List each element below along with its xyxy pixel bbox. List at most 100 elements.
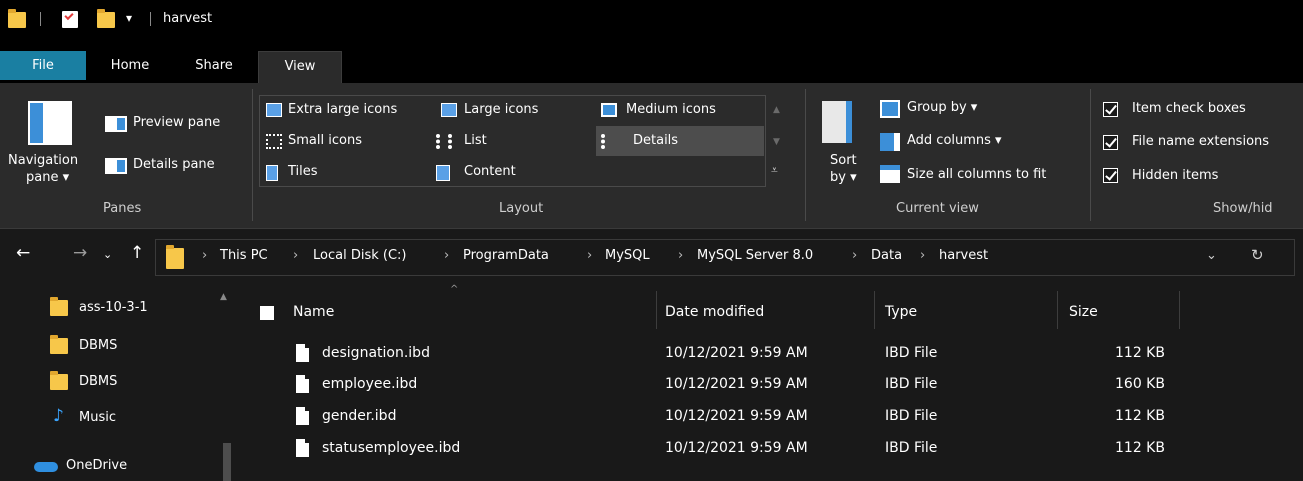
column-divider[interactable] [656, 291, 657, 329]
column-header-type[interactable]: Type [885, 304, 917, 320]
navigation-pane-label[interactable]: Navigation [8, 153, 78, 168]
breadcrumb-separator-icon[interactable]: › [920, 248, 925, 263]
nav-item-music[interactable]: Music [79, 410, 116, 425]
file-type: IBD File [885, 345, 938, 361]
breadcrumb-this-pc[interactable]: This PC [220, 248, 268, 263]
file-icon [296, 375, 309, 393]
forward-arrow-icon[interactable]: → [73, 243, 87, 263]
breadcrumb-data[interactable]: Data [871, 248, 902, 263]
sort-by-icon[interactable] [822, 101, 852, 143]
file-name-extensions-label[interactable]: File name extensions [1132, 134, 1269, 149]
breadcrumb-separator-icon[interactable]: › [678, 248, 683, 263]
group-by-button[interactable]: Group by ▾ [907, 100, 977, 115]
hidden-items-label[interactable]: Hidden items [1132, 168, 1218, 183]
file-icon [296, 407, 309, 425]
breadcrumb-programdata[interactable]: ProgramData [463, 248, 549, 263]
new-folder-icon[interactable] [97, 9, 115, 28]
breadcrumb-mysql[interactable]: MySQL [605, 248, 650, 263]
address-history-chevron-icon[interactable]: ⌄ [1206, 248, 1217, 263]
extra-large-icons-option[interactable]: Extra large icons [288, 102, 397, 117]
nav-item-ass-10-3-1[interactable]: ass-10-3-1 [79, 300, 148, 315]
details-pane-button[interactable]: Details pane [133, 157, 215, 172]
onedrive-icon [34, 462, 58, 472]
column-divider[interactable] [1057, 291, 1058, 329]
recent-locations-chevron-icon[interactable]: ⌄ [103, 248, 112, 261]
size-all-columns-button[interactable]: Size all columns to fit [907, 167, 1046, 182]
add-columns-button[interactable]: Add columns ▾ [907, 133, 1002, 148]
file-date: 10/12/2021 9:59 AM [665, 345, 808, 361]
list-option[interactable]: List [464, 133, 487, 148]
file-name-extensions-checkbox[interactable] [1103, 135, 1118, 150]
breadcrumb-harvest[interactable]: harvest [939, 248, 988, 263]
breadcrumb-separator-icon[interactable]: › [444, 248, 449, 263]
large-icons-option[interactable]: Large icons [464, 102, 538, 117]
breadcrumb-local-disk[interactable]: Local Disk (C:) [313, 248, 406, 263]
select-all-checkbox[interactable] [260, 306, 274, 320]
nav-item-dbms[interactable]: DBMS [79, 338, 117, 353]
details-pane-icon [105, 158, 127, 174]
tab-home[interactable]: Home [100, 51, 160, 83]
customize-quick-access-icon[interactable]: ▾ [126, 11, 132, 25]
list-icon [436, 134, 452, 149]
scroll-up-icon[interactable]: ▲ [220, 292, 227, 302]
file-date: 10/12/2021 9:59 AM [665, 376, 808, 392]
gallery-scroll-down-icon[interactable]: ▼ [773, 137, 780, 147]
column-divider[interactable] [1179, 291, 1180, 329]
file-name[interactable]: employee.ibd [322, 376, 417, 392]
sort-by-dropdown[interactable]: by ▾ [830, 170, 857, 185]
divider [805, 89, 806, 221]
divider [150, 12, 151, 26]
column-header-date-modified[interactable]: Date modified [665, 304, 764, 320]
tab-share[interactable]: Share [184, 51, 244, 83]
title-bar: ▾ harvest [0, 0, 1303, 37]
refresh-icon[interactable]: ↻ [1251, 246, 1264, 264]
breadcrumb-separator-icon[interactable]: › [587, 248, 592, 263]
navigation-pane-dropdown[interactable]: pane ▾ [26, 170, 69, 185]
preview-pane-button[interactable]: Preview pane [133, 115, 220, 130]
gallery-scroll-up-icon[interactable]: ▲ [773, 105, 780, 115]
navigation-pane: ass-10-3-1 DBMS DBMS ♪ Music OneDrive ▲ [0, 286, 240, 481]
column-divider[interactable] [874, 291, 875, 329]
column-header-name[interactable]: Name [293, 304, 334, 320]
nav-item-dbms-2[interactable]: DBMS [79, 374, 117, 389]
properties-icon[interactable] [62, 10, 78, 28]
tab-view[interactable]: View [258, 51, 342, 83]
back-arrow-icon[interactable]: ← [16, 243, 30, 263]
file-name[interactable]: statusemployee.ibd [322, 440, 460, 456]
file-name[interactable]: gender.ibd [322, 408, 396, 424]
large-icons-icon [441, 103, 457, 117]
details-option[interactable]: Details [633, 133, 678, 148]
medium-icons-option[interactable]: Medium icons [626, 102, 716, 117]
panes-group-label: Panes [103, 201, 142, 216]
breadcrumb-mysql-server[interactable]: MySQL Server 8.0 [697, 248, 813, 263]
folder-icon [50, 297, 68, 316]
tiles-icon [266, 165, 278, 181]
content-option[interactable]: Content [464, 164, 516, 179]
breadcrumb-separator-icon[interactable]: › [293, 248, 298, 263]
nav-scrollbar-thumb[interactable] [223, 443, 231, 481]
file-name[interactable]: designation.ibd [322, 345, 430, 361]
hidden-items-checkbox[interactable] [1103, 168, 1118, 183]
small-icons-icon [266, 134, 282, 149]
up-arrow-icon[interactable]: ↑ [130, 243, 144, 263]
breadcrumb-separator-icon[interactable]: › [852, 248, 857, 263]
file-icon [296, 344, 309, 362]
item-check-boxes-checkbox[interactable] [1103, 102, 1118, 117]
column-header-size[interactable]: Size [1069, 304, 1098, 320]
ribbon: Navigation pane ▾ Preview pane Details p… [0, 83, 1303, 229]
medium-icons-icon [601, 103, 617, 117]
folder-icon[interactable] [8, 9, 26, 28]
group-by-icon [880, 100, 900, 118]
item-check-boxes-label[interactable]: Item check boxes [1132, 101, 1246, 116]
gallery-more-icon[interactable]: ⩡ [771, 163, 778, 178]
navigation-pane-icon[interactable] [28, 101, 72, 145]
tiles-option[interactable]: Tiles [288, 164, 318, 179]
sort-by-label[interactable]: Sort [830, 153, 857, 168]
small-icons-option[interactable]: Small icons [288, 133, 362, 148]
ribbon-tabs: File Home Share View [0, 37, 1303, 83]
size-columns-icon [880, 165, 900, 183]
breadcrumb-separator-icon[interactable]: › [202, 248, 207, 263]
tab-file[interactable]: File [0, 51, 86, 80]
nav-item-onedrive[interactable]: OneDrive [66, 458, 127, 473]
sort-ascending-icon: ^ [450, 284, 459, 295]
